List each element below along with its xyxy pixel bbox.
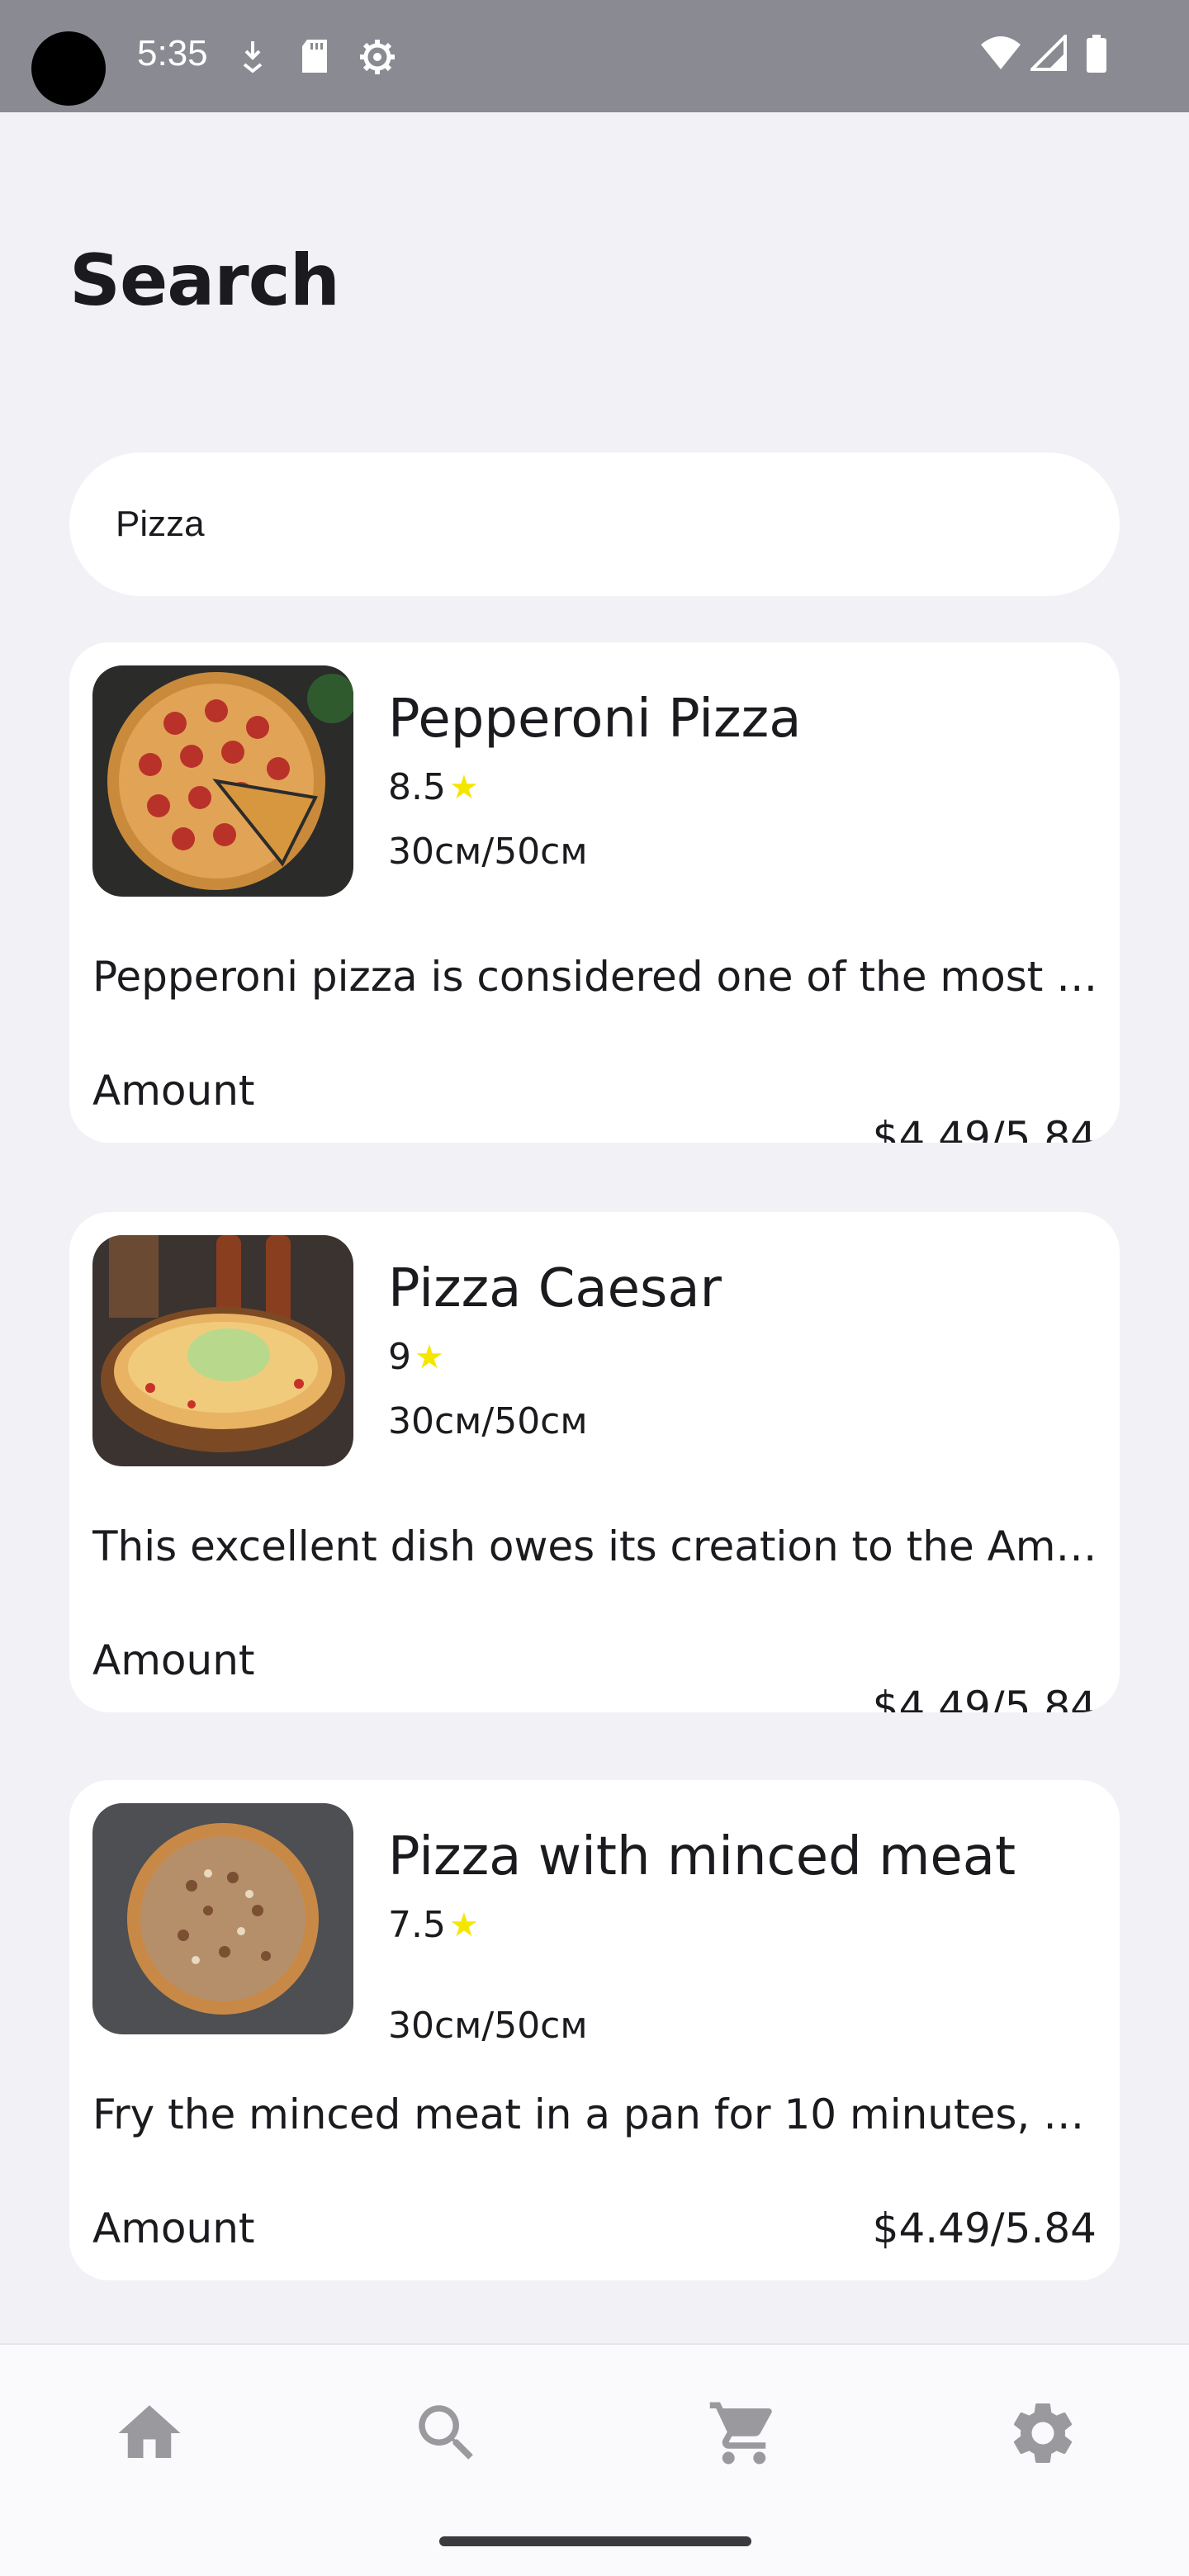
dish-price: $4.49/5.84 <box>872 1113 1097 1143</box>
result-card-pepperoni[interactable]: Pepperoni Pizza 8.5 ★ 30см/50см Pepperoni… <box>69 642 1120 1143</box>
amount-label: Amount <box>92 1067 255 1115</box>
minced-meat-pizza-photo <box>92 1803 353 2034</box>
sd-card-icon <box>299 38 330 74</box>
dish-description: Pepperoni pizza is considered one of the… <box>92 953 1105 1001</box>
cart-icon[interactable] <box>707 2396 781 2470</box>
dish-sizes: 30см/50см <box>388 2005 588 2047</box>
dish-price: $4.49/5.84 <box>872 1683 1097 1712</box>
dish-sizes: 30см/50см <box>388 831 588 873</box>
settings-gear-icon <box>357 38 398 76</box>
camera-cutout <box>31 31 106 106</box>
home-indicator[interactable] <box>439 2536 751 2546</box>
dish-name: Pizza with minced meat <box>388 1826 1016 1887</box>
rating-value: 9 <box>388 1336 411 1378</box>
dish-rating: 9 ★ <box>388 1336 444 1378</box>
star-icon: ★ <box>448 1906 479 1944</box>
download-icon <box>239 38 266 74</box>
amount-label: Amount <box>92 2204 255 2252</box>
dish-name: Pizza Caesar <box>388 1258 722 1319</box>
home-icon[interactable] <box>112 2396 187 2470</box>
status-bar: 5:35 <box>0 0 1189 112</box>
caesar-pizza-photo <box>92 1235 353 1466</box>
battery-icon <box>1085 35 1108 74</box>
rating-value: 8.5 <box>388 766 446 808</box>
signal-icon <box>1030 35 1067 71</box>
dish-rating: 8.5 ★ <box>388 766 479 808</box>
dish-name: Pepperoni Pizza <box>388 689 802 750</box>
page-title: Search <box>69 239 340 322</box>
dish-description: Fry the minced meat in a pan for 10 minu… <box>92 2091 1105 2138</box>
search-icon[interactable] <box>410 2396 484 2470</box>
dish-rating: 7.5 ★ <box>388 1904 479 1946</box>
status-time: 5:35 <box>137 33 208 73</box>
result-card-caesar[interactable]: Pizza Caesar 9 ★ 30см/50см This excellent… <box>69 1212 1120 1712</box>
pepperoni-pizza-photo <box>92 665 353 897</box>
dish-sizes: 30см/50см <box>388 1400 588 1442</box>
rating-value: 7.5 <box>388 1904 446 1946</box>
star-icon: ★ <box>448 768 479 807</box>
dish-price: $4.49/5.84 <box>872 2204 1097 2252</box>
dish-description: This excellent dish owes its creation to… <box>92 1522 1105 1570</box>
result-card-minced-meat[interactable]: Pizza with minced meat 7.5 ★ 30см/50см Fr… <box>69 1780 1120 2280</box>
amount-label: Amount <box>92 1636 255 1684</box>
wifi-icon <box>979 35 1022 71</box>
star-icon: ★ <box>414 1338 444 1376</box>
search-input[interactable] <box>69 452 1120 596</box>
settings-icon[interactable] <box>1006 2396 1080 2470</box>
